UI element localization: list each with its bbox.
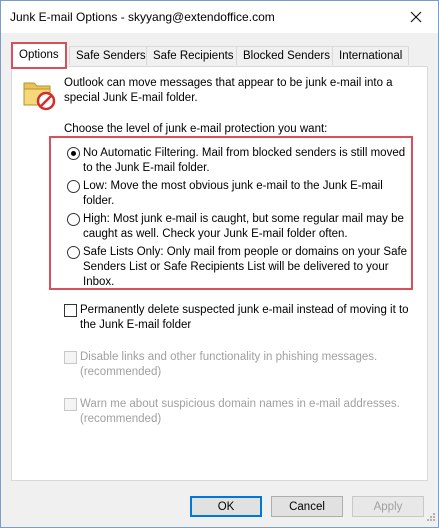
level-option-label: Safe Lists Only: Only mail from people o… — [83, 246, 408, 288]
options-panel: Outlook can move messages that appear to… — [11, 66, 428, 481]
apply-button: Apply — [352, 496, 424, 517]
radio-button[interactable] — [67, 213, 80, 226]
radio-button[interactable] — [67, 147, 80, 160]
tab-blocked-senders[interactable]: Blocked Senders — [236, 46, 337, 65]
warn-suspicious-domains-checkbox — [64, 398, 77, 411]
tab-safe-senders[interactable]: Safe Senders — [69, 46, 153, 65]
tab-options[interactable]: Options — [11, 42, 67, 69]
junk-email-options-dialog: Junk E-mail Options - skyyang@extendoffi… — [0, 0, 439, 528]
protection-level-label: Choose the level of junk e-mail protecti… — [64, 123, 328, 135]
level-option-label: High: Most junk e-mail is caught, but so… — [83, 213, 404, 240]
radio-button[interactable] — [67, 180, 80, 193]
title-bar: Junk E-mail Options - skyyang@extendoffi… — [1, 1, 438, 33]
ok-button[interactable]: OK — [190, 496, 262, 517]
disable-phishing-links-checkbox — [64, 351, 77, 364]
close-button[interactable] — [394, 1, 438, 33]
close-icon — [410, 11, 422, 23]
level-option-label: Low: Move the most obvious junk e-mail t… — [83, 180, 383, 207]
radio-button[interactable] — [67, 246, 80, 259]
tab-international[interactable]: International — [332, 46, 410, 65]
permanently-delete-checkbox[interactable] — [64, 304, 77, 317]
permanently-delete-label: Permanently delete suspected junk e-mail… — [80, 304, 409, 331]
level-option-label: No Automatic Filtering. Mail from blocke… — [83, 147, 406, 174]
resize-grip-icon[interactable] — [426, 512, 436, 525]
warn-suspicious-domains-label: Warn me about suspicious domain names in… — [80, 398, 400, 425]
tab-safe-recipients[interactable]: Safe Recipients — [146, 46, 241, 65]
disable-phishing-links-label: Disable links and other functionality in… — [80, 351, 378, 378]
window-title: Junk E-mail Options - skyyang@extendoffi… — [10, 10, 275, 24]
intro-text: Outlook can move messages that appear to… — [64, 77, 393, 104]
cancel-button[interactable]: Cancel — [271, 496, 343, 517]
protection-level-group: No Automatic Filtering. Mail from blocke… — [49, 136, 413, 290]
junk-folder-icon — [22, 77, 56, 114]
